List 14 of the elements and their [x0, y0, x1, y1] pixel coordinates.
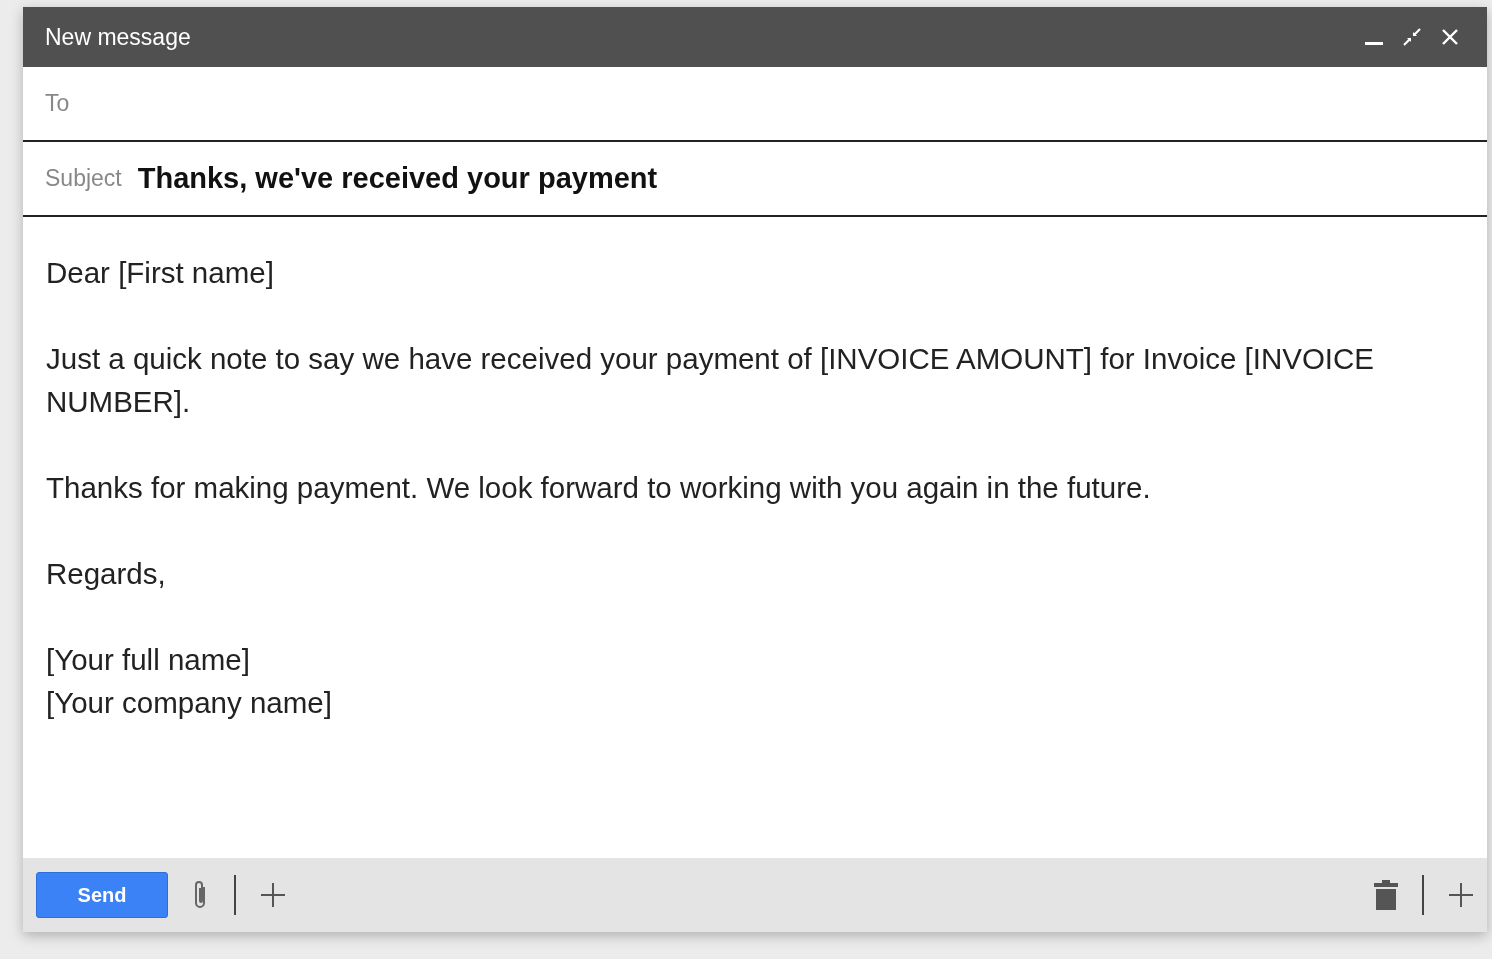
plus-icon[interactable] — [260, 882, 286, 908]
to-label: To — [45, 89, 70, 119]
body-text: Regards, — [46, 556, 167, 592]
body-text: [Your company name] — [46, 685, 333, 721]
send-button[interactable]: Send — [36, 872, 168, 918]
plus-icon[interactable] — [1448, 882, 1474, 908]
body-text: Thanks for making payment. We look forward to working with you again in the future. — [46, 470, 1152, 506]
body-text: Just a quick note to say we have received your payment of [INVOICE AMOUNT] for Invoice [INVOICE NUMBER]. — [46, 341, 1376, 420]
body-text: Dear [First name] — [46, 255, 275, 291]
body-text: [Your full name] — [46, 642, 251, 678]
trash-icon[interactable] — [1374, 880, 1398, 910]
collapse-arrows-icon[interactable] — [1401, 26, 1423, 48]
window-title: New message — [45, 22, 191, 52]
subject-label: Subject — [45, 164, 122, 194]
